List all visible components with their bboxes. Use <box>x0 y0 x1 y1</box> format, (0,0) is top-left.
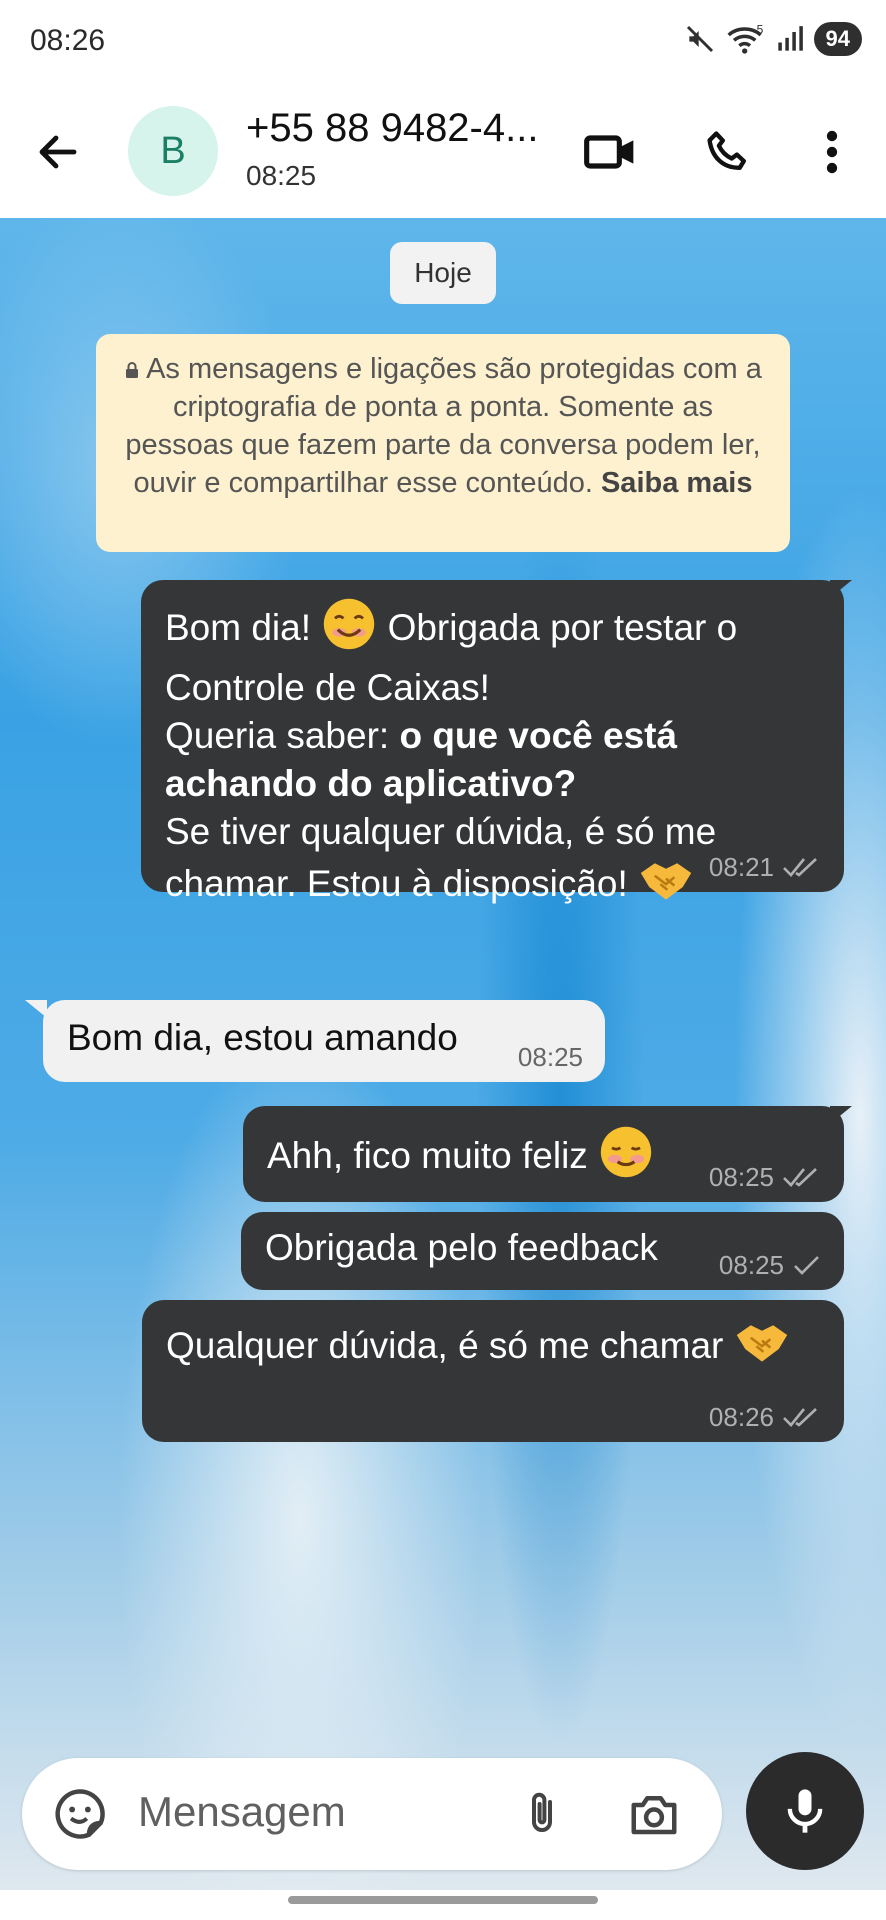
message-time: 08:25 <box>718 1250 784 1280</box>
single-check-icon <box>794 1256 819 1275</box>
message-line: Queria saber: <box>165 715 400 756</box>
outgoing-message[interactable]: Qualquer dúvida, é só me chamar 08:26 <box>142 1300 844 1442</box>
handshake-emoji-icon <box>734 1318 790 1378</box>
message-input[interactable]: Mensagem <box>138 1788 346 1836</box>
handshake-emoji-icon <box>638 856 694 916</box>
message-line: Se tiver qualquer dúvida, é só me <box>165 811 717 852</box>
wifi-icon: 5 <box>727 23 763 54</box>
bubble-tail <box>830 1106 852 1124</box>
message-line: Controle de Caixas! <box>165 667 490 708</box>
message-time: 08:25 <box>517 1042 583 1072</box>
bubble-tail <box>830 580 852 598</box>
message-line: Qualquer dúvida, é só me chamar <box>166 1324 734 1366</box>
double-check-icon <box>783 1168 817 1187</box>
double-check-icon <box>783 858 817 877</box>
wifi-badge: 5 <box>756 23 763 37</box>
camera-icon <box>631 1796 677 1835</box>
video-call-button[interactable] <box>578 120 642 184</box>
bubble-tail <box>25 1000 47 1018</box>
microphone-icon <box>787 1789 823 1833</box>
date-chip: Hoje <box>390 242 496 304</box>
camera-button[interactable] <box>622 1782 686 1846</box>
smiling-face-emoji-icon <box>321 596 377 664</box>
learn-more-link[interactable]: Saiba mais <box>601 467 753 499</box>
message-time: 08:21 <box>708 852 774 882</box>
more-options-icon <box>826 130 838 174</box>
contact-last-seen: 08:25 <box>246 160 317 191</box>
encryption-notice[interactable]: As mensagens e ligações são protegidas c… <box>96 334 790 552</box>
message-text: Bom dia, estou amando <box>67 1017 458 1058</box>
back-arrow-icon <box>39 135 77 169</box>
message-line: Bom dia! <box>165 606 322 648</box>
outgoing-message[interactable]: Bom dia! Obrigada por testar o Controle … <box>141 580 844 904</box>
avatar[interactable]: B <box>128 106 218 196</box>
message-time: 08:26 <box>708 1402 774 1432</box>
mute-icon <box>686 25 713 53</box>
message-line: chamar. Estou à disposição! <box>165 862 639 904</box>
message-bold-text: achando do aplicativo? <box>165 763 577 804</box>
message-composer[interactable]: Mensagem <box>22 1758 722 1870</box>
double-check-icon <box>783 1408 817 1427</box>
message-time: 08:25 <box>708 1162 774 1192</box>
paperclip-icon <box>532 1792 552 1832</box>
status-time: 08:26 <box>30 24 106 57</box>
video-call-icon <box>584 135 634 169</box>
status-icons: 5 94 <box>684 22 862 56</box>
incoming-message[interactable]: Bom dia, estou amando 08:25 <box>43 1000 605 1082</box>
message-line: Ahh, fico muito feliz <box>267 1134 599 1176</box>
message-meta: 08:21 <box>709 852 822 882</box>
sticker-button[interactable] <box>48 1782 112 1846</box>
voice-call-icon <box>707 131 746 170</box>
more-options-button[interactable] <box>800 120 864 184</box>
message-line: Obrigada por testar o <box>377 606 738 648</box>
gesture-nav-handle[interactable] <box>288 1896 598 1904</box>
attach-button[interactable] <box>510 1782 574 1846</box>
chat-header: B +55 88 9482-4... 08:25 <box>0 84 886 218</box>
outgoing-message[interactable]: Obrigada pelo feedback 08:25 <box>241 1212 844 1290</box>
status-bar: 08:26 5 94 <box>0 0 886 84</box>
back-button[interactable] <box>30 124 86 180</box>
contact-name[interactable]: +55 88 9482-4... <box>246 106 538 151</box>
voice-message-button[interactable] <box>746 1752 864 1870</box>
message-meta: 08:25 <box>719 1250 822 1280</box>
battery-indicator: 94 <box>813 22 862 56</box>
lock-icon <box>126 362 139 379</box>
chat-area[interactable]: Hoje As mensagens e ligações são protegi… <box>0 218 886 1890</box>
message-meta: 08:25 <box>709 1162 822 1192</box>
message-meta: 08:26 <box>709 1402 822 1432</box>
signal-icon <box>777 26 803 51</box>
outgoing-message[interactable]: Ahh, fico muito feliz 08:25 <box>243 1106 844 1202</box>
voice-call-button[interactable] <box>696 120 760 184</box>
sticker-icon <box>55 1789 105 1839</box>
message-bold-text: o que você está <box>399 715 678 756</box>
message-text: Qualquer dúvida, é só me chamar <box>166 1318 820 1378</box>
message-meta: 08:25 <box>518 1042 583 1072</box>
smiling-blush-emoji-icon <box>598 1124 654 1192</box>
